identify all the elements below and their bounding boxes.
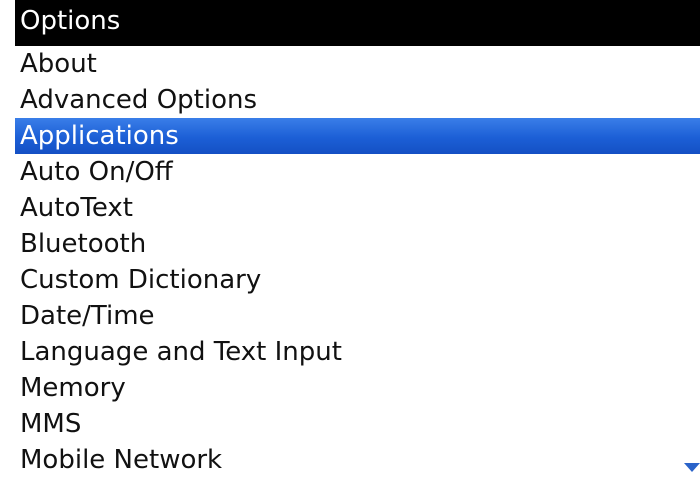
menu-item-memory[interactable]: Memory bbox=[15, 370, 700, 406]
menu-item-applications[interactable]: Applications bbox=[15, 118, 700, 154]
menu-item-label: Mobile Network bbox=[20, 445, 223, 475]
menu-item-label: MMS bbox=[20, 409, 82, 439]
menu-item-label: Language and Text Input bbox=[20, 337, 342, 367]
title-bar: Options bbox=[15, 0, 700, 46]
options-screen: Options About Advanced Options Applicati… bbox=[0, 0, 700, 475]
menu-item-label: Advanced Options bbox=[20, 85, 258, 115]
menu-item-mms[interactable]: MMS bbox=[15, 406, 700, 442]
menu-item-label: Bluetooth bbox=[20, 229, 147, 259]
options-menu: About Advanced Options Applications Auto… bbox=[15, 46, 700, 478]
menu-item-label: Date/Time bbox=[20, 301, 155, 331]
menu-item-auto-on-off[interactable]: Auto On/Off bbox=[15, 154, 700, 190]
menu-item-custom-dictionary[interactable]: Custom Dictionary bbox=[15, 262, 700, 298]
menu-item-label: AutoText bbox=[20, 193, 133, 223]
menu-item-mobile-network[interactable]: Mobile Network bbox=[15, 442, 700, 478]
menu-item-label: Custom Dictionary bbox=[20, 265, 262, 295]
chevron-down-icon bbox=[684, 463, 700, 472]
menu-item-label: About bbox=[20, 49, 97, 79]
menu-item-date-time[interactable]: Date/Time bbox=[15, 298, 700, 334]
menu-item-label: Auto On/Off bbox=[20, 157, 173, 187]
menu-item-label: Applications bbox=[20, 121, 179, 151]
menu-item-bluetooth[interactable]: Bluetooth bbox=[15, 226, 700, 262]
menu-item-autotext[interactable]: AutoText bbox=[15, 190, 700, 226]
menu-item-language-text-input[interactable]: Language and Text Input bbox=[15, 334, 700, 370]
menu-item-advanced-options[interactable]: Advanced Options bbox=[15, 82, 700, 118]
page-title: Options bbox=[20, 6, 121, 36]
menu-item-label: Memory bbox=[20, 373, 126, 403]
menu-item-about[interactable]: About bbox=[15, 46, 700, 82]
